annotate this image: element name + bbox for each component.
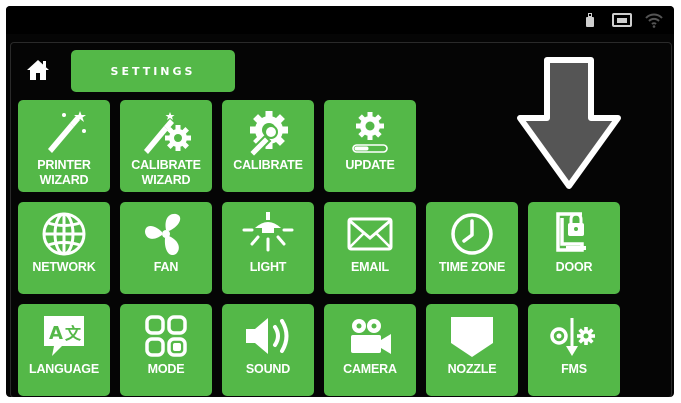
fan-button[interactable]: FAN [120,202,212,294]
tile-label: PRINTER WIZARD [37,158,91,187]
nozzle-icon [451,317,493,357]
lamp-icon [242,212,294,252]
svg-text:文: 文 [65,324,82,343]
network-button[interactable]: NETWORK [18,202,110,294]
tile-label: NOZZLE [447,362,497,376]
fan-icon [145,213,181,256]
wand-icon [48,111,86,153]
page-title: SETTINGS [71,50,235,92]
printer-wizard-button[interactable]: PRINTER WIZARD [18,100,110,192]
nozzle-button[interactable]: NOZZLE [426,304,518,396]
email-button[interactable]: EMAIL [324,202,416,294]
home-button[interactable] [24,56,52,84]
light-button[interactable]: LIGHT [222,202,314,294]
tile-label: MODE [147,362,185,376]
door-button[interactable]: DOOR [528,202,620,294]
tile-label: CALIBRATE [233,158,303,172]
tile-label: EMAIL [351,260,389,274]
sound-button[interactable]: SOUND [222,304,314,396]
camera-icon [351,319,391,354]
ethernet-icon [612,12,632,28]
mode-button[interactable]: MODE [120,304,212,396]
status-bar [6,6,674,34]
calibrate-wizard-button[interactable]: CALIBRATE WIZARD [120,100,212,192]
tile-label: TIME ZONE [438,260,506,274]
time-zone-button[interactable]: TIME ZONE [426,202,518,294]
tile-label: CALIBRATE WIZARD [131,158,201,187]
calibrate-button[interactable]: CALIBRATE [222,100,314,192]
language-icon: A 文 [44,316,84,356]
arrow-down-icon [517,57,621,189]
wand-gear-icon [144,112,191,154]
speaker-icon [246,318,289,354]
clock-icon [451,213,493,255]
globe-icon [42,212,86,256]
update-button[interactable]: UPDATE [324,100,416,192]
gear-progress-icon [352,112,388,153]
camera-button[interactable]: CAMERA [324,304,416,396]
door-lock-icon [556,212,586,252]
tile-label: DOOR [555,260,593,274]
tile-label: SOUND [245,362,291,376]
tile-label: NETWORK [32,260,96,274]
tile-label: FAN [153,260,179,274]
svg-text:A: A [49,323,63,344]
wrench-gear-icon [247,111,288,156]
tile-label: LANGUAGE [29,362,99,376]
envelope-icon [347,217,393,251]
usb-icon [580,12,600,28]
fms-icon [550,318,595,356]
language-button[interactable]: A 文 LANGUAGE [18,304,110,396]
wifi-icon [644,12,664,28]
tile-label: CAMERA [343,362,397,376]
device-screen: SETTINGS PRINTER WIZARD CALIBRATE WIZARD… [6,6,674,397]
tile-label: LIGHT [249,260,287,274]
fms-button[interactable]: FMS [528,304,620,396]
tile-label: FMS [561,362,587,376]
mode-grid-icon [145,315,187,357]
home-icon [27,60,49,80]
tile-label: UPDATE [345,158,395,172]
